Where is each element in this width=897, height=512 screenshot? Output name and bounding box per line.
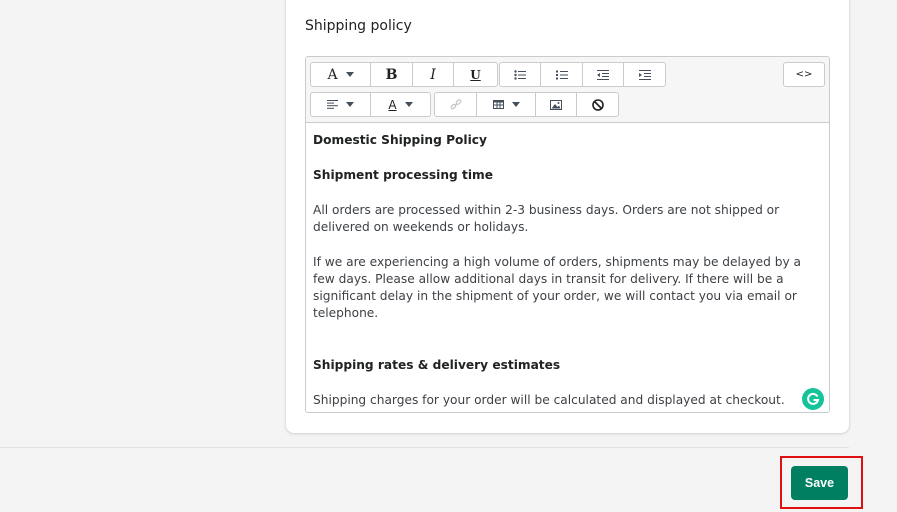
insert-group <box>434 92 619 117</box>
list-group <box>499 62 666 87</box>
alignment-group: A <box>310 92 431 117</box>
font-style-icon: A <box>327 66 338 83</box>
chevron-down-icon <box>511 102 520 107</box>
source-group: <> <box>783 62 825 87</box>
link-icon <box>450 98 461 109</box>
clear-formatting-icon <box>591 98 604 111</box>
table-icon <box>492 100 504 109</box>
heading-shipping-rates: Shipping rates & delivery estimates <box>313 358 561 372</box>
underline-icon: U <box>470 67 481 82</box>
clear-formatting-button[interactable] <box>577 93 618 116</box>
grammarly-icon[interactable] <box>802 388 824 410</box>
outdent-button[interactable] <box>583 63 624 86</box>
outdent-icon <box>597 69 609 80</box>
align-dropdown[interactable] <box>311 93 371 116</box>
align-left-icon <box>327 100 338 109</box>
text-color-icon: A <box>388 97 397 112</box>
font-style-dropdown[interactable]: A <box>311 63 371 86</box>
italic-icon: I <box>430 66 436 83</box>
indent-icon <box>638 69 651 80</box>
bulleted-list-icon <box>514 69 526 80</box>
numbered-list-icon <box>555 70 568 79</box>
italic-button[interactable]: I <box>413 63 454 86</box>
rich-text-editor: A B I U <> A Domestic Shipping Policy Sh… <box>305 56 830 413</box>
grammarly-g-icon <box>807 392 820 405</box>
table-dropdown[interactable] <box>477 93 536 116</box>
highlight-box <box>780 456 863 509</box>
bulleted-list-button[interactable] <box>500 63 541 86</box>
view-source-button[interactable]: <> <box>784 63 824 86</box>
text-color-dropdown[interactable]: A <box>371 93 430 116</box>
underline-button[interactable]: U <box>454 63 497 86</box>
paragraph-delays: If we are experiencing a high volume of … <box>313 255 802 320</box>
paragraph-processing: All orders are processed within 2-3 busi… <box>313 203 780 234</box>
numbered-list-button[interactable] <box>541 63 583 86</box>
chevron-down-icon <box>345 72 354 77</box>
editor-toolbar: A B I U <> A <box>306 57 829 123</box>
card-title: Shipping policy <box>305 18 412 34</box>
bold-button[interactable]: B <box>371 63 413 86</box>
insert-image-button[interactable] <box>536 93 577 116</box>
heading-domestic-shipping-policy: Domestic Shipping Policy <box>313 133 487 147</box>
editor-content[interactable]: Domestic Shipping Policy Shipment proces… <box>306 124 829 412</box>
paragraph-shipping-charges: Shipping charges for your order will be … <box>313 393 785 407</box>
bold-icon: B <box>385 66 398 83</box>
image-icon <box>550 99 562 110</box>
link-button[interactable] <box>435 93 477 116</box>
format-group: A B I U <box>310 62 498 87</box>
code-icon: <> <box>795 69 813 80</box>
divider <box>0 447 849 448</box>
indent-button[interactable] <box>624 63 665 86</box>
heading-shipment-processing-time: Shipment processing time <box>313 168 493 182</box>
chevron-down-icon <box>404 102 413 107</box>
chevron-down-icon <box>346 102 354 107</box>
